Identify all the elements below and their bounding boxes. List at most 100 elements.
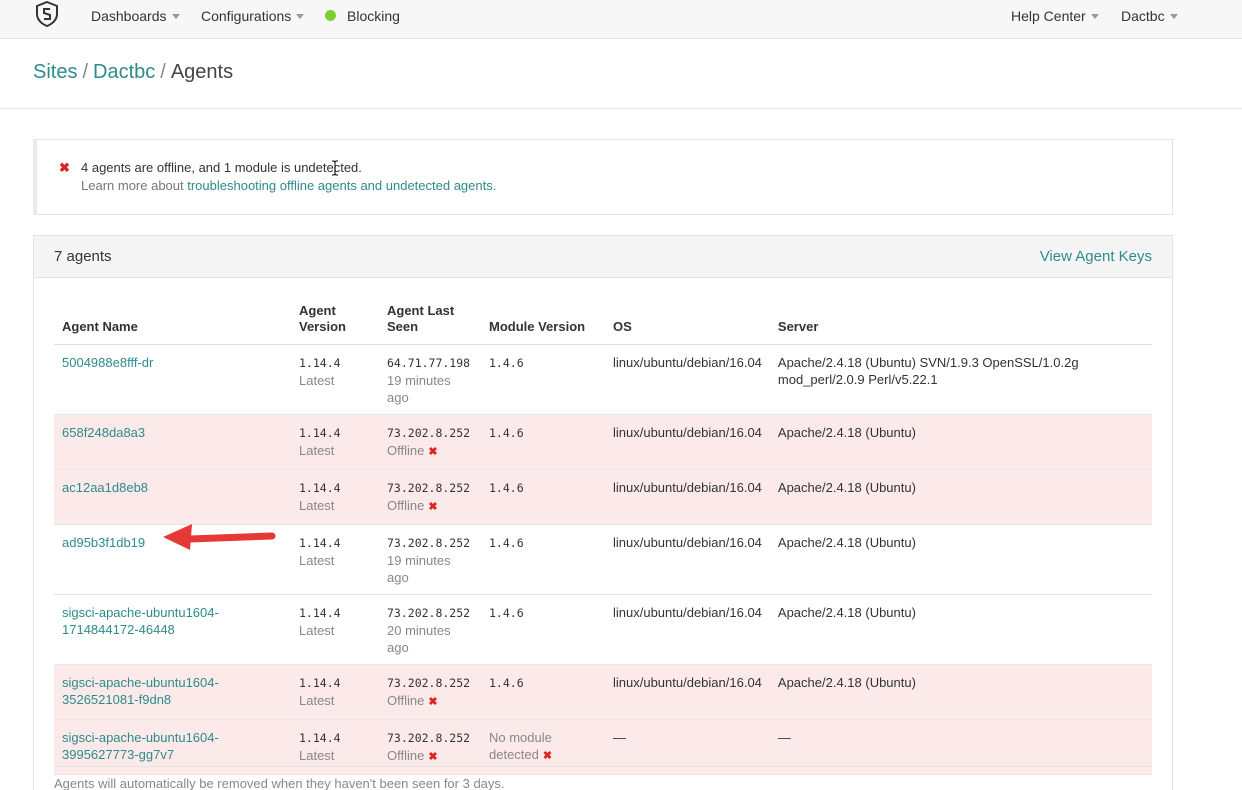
error-x-icon: ✖ [59,160,70,175]
caret-down-icon [171,14,180,19]
col-last-seen-label-1: Agent Last [387,303,455,318]
nav-help-center[interactable]: Help Center [1011,8,1099,24]
last-seen-text: 19 minutes [387,373,451,388]
table-row: ac12aa1d8eb8 1.14.4 Latest 73.202.8.252 Offl… [54,469,1152,525]
agent-os: linux/ubuntu/debian/16.04 [613,355,762,370]
red-arrow-annotation-icon [163,524,276,550]
last-seen-text: 20 minutes [387,623,451,638]
agent-version-status: Latest [299,553,335,568]
module-version: 1.4.6 [489,606,524,620]
agent-name-link[interactable]: ad95b3f1db19 [62,535,145,550]
agent-name-line-1: sigsci-apache-ubuntu1604- [62,605,219,620]
cell-last-seen: 73.202.8.252 19 minutes ago [379,524,481,595]
module-status-2: detected [489,747,539,762]
agent-server-line-2: mod_perl/2.0.9 Perl/v5.22.1 [777,372,938,387]
agent-os: linux/ubuntu/debian/16.04 [613,480,762,495]
alert-learn-suffix: . [492,178,497,193]
last-seen-suffix: ago [387,390,409,405]
col-os[interactable]: OS [605,303,770,345]
agent-version: 1.14.4 [299,606,341,620]
cell-server: Apache/2.4.18 (Ubuntu) SVN/1.9.3 OpenSSL… [769,344,1152,415]
agent-os: linux/ubuntu/debian/16.04 [613,605,762,620]
nav-dashboards[interactable]: Dashboards [91,8,180,24]
nav-dashboards-label: Dashboards [91,8,167,24]
nav-configurations-label: Configurations [201,8,292,24]
agent-name-line-1: 5004988e8fff-dr [62,355,154,370]
caret-down-icon [1169,14,1178,19]
agent-ip: 73.202.8.252 [387,606,471,620]
table-header-row: Agent Name Agent Version Agent Last Seen M… [54,303,1152,345]
cell-server: Apache/2.4.18 (Ubuntu) [769,469,1152,525]
page-title: Agents [170,61,234,83]
col-agent-name[interactable]: Agent Name [54,303,291,345]
cell-agent-name: sigsci-apache-ubuntu1604- 1714844172-4644… [54,594,291,665]
agent-name-link[interactable]: 5004988e8fff-dr [62,355,153,370]
cell-module-version: 1.4.6 [481,594,605,665]
agent-ip: 73.202.8.252 [387,731,471,745]
agent-count: 7 agents [54,248,112,265]
agent-server-line-1: — [777,730,791,745]
shield-logo-icon[interactable] [35,1,59,27]
cell-os: linux/ubuntu/debian/16.04 [605,594,770,665]
agent-server-line-1: Apache/2.4.18 (Ubuntu) SVN/1.9.3 OpenSSL… [777,355,1079,370]
troubleshooting-link[interactable]: troubleshooting offline agents and undet… [187,178,493,193]
text-cursor-icon [332,160,338,176]
cell-agent-name: ac12aa1d8eb8 [54,469,291,525]
agent-version: 1.14.4 [299,426,341,440]
agent-name-line-1: 658f248da8a3 [62,425,146,440]
col-os-label: OS [613,319,632,334]
agent-version-status: Latest [299,748,335,763]
agent-name-line-1: sigsci-apache-ubuntu1604- [62,730,219,745]
nav-configurations[interactable]: Configurations [201,8,305,24]
offline-x-icon: ✖ [428,446,438,458]
agent-version: 1.14.4 [299,536,341,550]
agent-name-link[interactable]: sigsci-apache-ubuntu1604- 1714844172-4644… [62,605,219,637]
agent-name-link[interactable]: sigsci-apache-ubuntu1604- 3995627773-gg7v… [62,730,219,762]
cell-agent-version: 1.14.4 Latest [291,414,379,470]
col-module-version[interactable]: Module Version [481,303,605,345]
view-agent-keys-link[interactable]: View Agent Keys [1040,248,1152,265]
cell-os: linux/ubuntu/debian/16.04 [605,664,770,720]
cell-last-seen: 73.202.8.252 20 minutes ago [379,594,481,665]
table-row: sigsci-apache-ubuntu1604- 3526521081-f9dn… [54,664,1152,720]
alert-learn-more: Learn more about troubleshooting offline… [81,178,496,193]
offline-x-icon: ✖ [428,696,438,708]
breadcrumb-sites[interactable]: Sites [33,61,77,83]
cell-module-version: 1.4.6 [481,664,605,720]
cell-server: Apache/2.4.18 (Ubuntu) [769,414,1152,470]
last-seen-text: 19 minutes [387,553,451,568]
agent-ip: 73.202.8.252 [387,481,471,495]
cell-agent-name: 5004988e8fff-dr [54,344,291,415]
col-agent-version[interactable]: Agent Version [291,303,379,345]
agent-name-link[interactable]: 658f248da8a3 [62,425,145,440]
agent-os: — [613,730,626,745]
agent-os: linux/ubuntu/debian/16.04 [613,675,762,690]
cell-agent-version: 1.14.4 Latest [291,469,379,525]
col-agent-version-label-1: Agent [299,303,336,318]
nav-user-menu[interactable]: Dactbc [1121,8,1178,24]
col-agent-last-seen[interactable]: Agent Last Seen [379,303,481,345]
cell-last-seen: 73.202.8.252 Offline ✖ [379,664,481,720]
last-seen-text: Offline [387,443,425,458]
agent-name-link[interactable]: ac12aa1d8eb8 [62,480,148,495]
agent-server-line-1: Apache/2.4.18 (Ubuntu) [777,480,916,495]
agent-version-status: Latest [299,443,335,458]
cell-module-version: 1.4.6 [481,344,605,415]
agent-name-link[interactable]: sigsci-apache-ubuntu1604- 3526521081-f9dn… [62,675,219,707]
col-server[interactable]: Server [769,303,1152,345]
panel-divider [54,766,1152,767]
offline-alert: ✖ 4 agents are offline, and 1 module is … [33,139,1173,215]
caret-down-icon [296,14,305,19]
module-version: 1.4.6 [489,356,524,370]
module-version: 1.4.6 [489,536,524,550]
agent-name-line-1: ac12aa1d8eb8 [62,480,149,495]
cell-server: Apache/2.4.18 (Ubuntu) [769,524,1152,595]
table-row: 658f248da8a3 1.14.4 Latest 73.202.8.252 Offl… [54,414,1152,470]
breadcrumb-site[interactable]: Dactbc [93,61,155,83]
agent-version-status: Latest [299,623,335,638]
cell-os: linux/ubuntu/debian/16.04 [605,414,770,470]
agent-version: 1.14.4 [299,356,341,370]
agent-server-line-1: Apache/2.4.18 (Ubuntu) [777,675,916,690]
caret-down-icon [1090,14,1099,19]
nav-blocking[interactable]: Blocking [347,8,400,24]
